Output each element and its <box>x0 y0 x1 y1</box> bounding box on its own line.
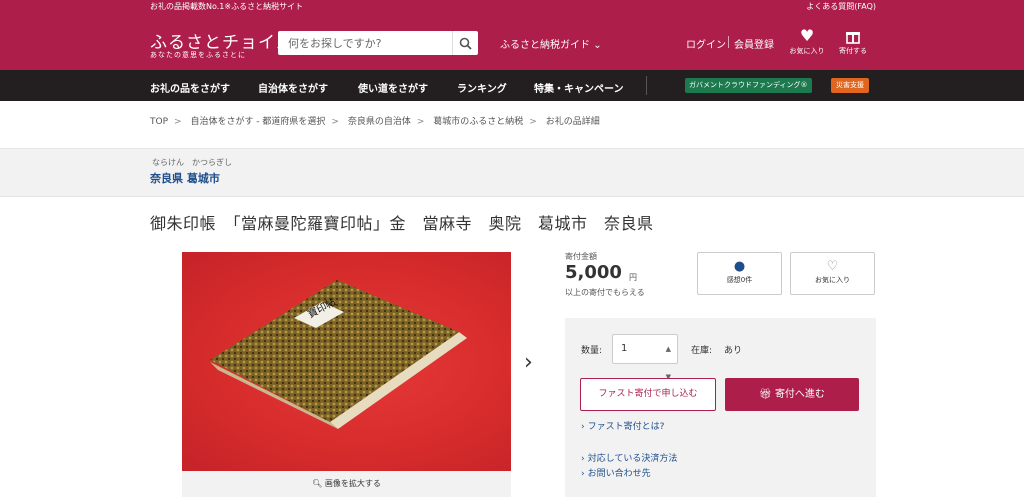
quantity-value: 1 <box>621 343 628 354</box>
amount-unit: 円 <box>629 273 637 282</box>
link-label: お問い合わせ先 <box>587 469 651 479</box>
product-image[interactable]: 寶印帖 <box>182 252 511 471</box>
payment-methods-link[interactable]: › 対応している決済方法 <box>581 451 677 464</box>
login-link[interactable]: ログイン <box>686 36 726 51</box>
favorites-button[interactable]: ♥ お気に入り <box>787 26 827 56</box>
search-box[interactable]: 何をお探しですか? <box>278 31 478 55</box>
contact-link[interactable]: › お問い合わせ先 <box>581 466 651 479</box>
chevron-right-icon: > <box>529 117 537 127</box>
gift-icon <box>833 26 873 46</box>
amount-label: 寄付金額 <box>565 252 597 261</box>
breadcrumb-top[interactable]: TOP <box>150 117 168 127</box>
search-input[interactable]: 何をお探しですか? <box>288 35 382 51</box>
link-label: 対応している決済方法 <box>587 454 678 464</box>
link-label: ファスト寄付とは? <box>587 422 665 432</box>
proceed-donate-button[interactable]: 🎁︎ 寄付へ進む <box>725 378 859 411</box>
donate-header-label: 寄付する <box>839 47 867 55</box>
chevron-down-icon: ⌄ <box>593 40 602 51</box>
heart-icon: ♥ <box>799 26 815 45</box>
logo-subtitle: あなたの意思をふるさとに <box>150 51 246 59</box>
favorite-button[interactable]: ♡ お気に入り <box>790 252 875 295</box>
goshuin-book-image: 寶印帖 <box>210 280 467 429</box>
breadcrumb-nara[interactable]: 奈良県の自治体 <box>348 117 411 127</box>
gov-crowdfunding-badge[interactable]: ガバメントクラウドファンディング® <box>685 78 812 93</box>
breadcrumb-prefecture[interactable]: 自治体をさがす - 都道府県を選択 <box>190 117 325 127</box>
guide-label: ふるさと納税ガイド <box>500 40 590 51</box>
search-button[interactable] <box>452 31 478 55</box>
fast-donate-info-link[interactable]: › ファスト寄付とは? <box>581 419 664 432</box>
quantity-label: 数量: <box>581 346 603 356</box>
main-nav: お礼の品をさがす 自治体をさがす 使い道をさがす ランキング 特集・キャンペーン… <box>0 70 1024 101</box>
next-image-arrow[interactable]: › <box>524 350 533 375</box>
divider <box>728 36 729 48</box>
nav-municipalities[interactable]: 自治体をさがす <box>258 80 328 95</box>
search-icon <box>459 37 472 50</box>
favorites-label: お気に入り <box>789 47 825 55</box>
stock-label: 在庫: <box>691 346 713 356</box>
review-button[interactable]: ● 感想0件 <box>697 252 782 295</box>
proceed-donate-label: 寄付へ進む <box>774 389 825 400</box>
product-title: 御朱印帳 「當麻曼陀羅寶印帖」金 當麻寺 奥院 葛城市 奈良県 <box>150 214 654 233</box>
nav-campaign[interactable]: 特集・キャンペーン <box>534 80 624 95</box>
site-header: ふるさとチョイス あなたの意思をふるさとに 何をお探しですか? ふるさと納税ガイ… <box>0 14 1024 70</box>
quantity-select[interactable]: 1 ▲ ▼ <box>612 334 678 381</box>
top-bar: お礼の品掲載数No.1※ふるさと納税サイト よくある質問(FAQ) <box>0 0 1024 14</box>
disaster-support-badge[interactable]: 災害支援 <box>831 78 869 93</box>
breadcrumb: TOP > 自治体をさがす - 都道府県を選択 > 奈良県の自治体 > 葛城市のふるさ… <box>150 114 606 127</box>
gift-icon: 🎁︎ <box>759 389 772 400</box>
chevron-right-icon: > <box>416 117 425 127</box>
chevron-right-icon: › <box>581 422 585 432</box>
heart-outline-icon: ♡ <box>826 259 839 274</box>
fast-donate-button[interactable]: ファスト寄付で申し込む <box>580 378 716 411</box>
zoom-image-button[interactable]: 🔍︎ 画像を拡大する <box>182 471 511 497</box>
amount-note: 以上の寄付でもらえる <box>565 288 645 297</box>
faq-link[interactable]: よくある質問(FAQ) <box>806 0 876 14</box>
nav-ranking[interactable]: ランキング <box>457 80 507 95</box>
breadcrumb-current: お礼の品詳細 <box>545 117 600 127</box>
favorite-label: お気に入り <box>815 276 850 284</box>
amount-value: 5,000 <box>565 262 622 283</box>
tagline: お礼の品掲載数No.1※ふるさと納税サイト <box>150 2 304 11</box>
review-count: 感想0件 <box>726 276 753 284</box>
register-link[interactable]: 会員登録 <box>734 36 774 51</box>
municipality-name[interactable]: 奈良県 葛城市 <box>150 170 220 186</box>
municipality-ruby: ならけん かつらぎし <box>152 158 232 167</box>
donate-header-button[interactable]: 寄付する <box>833 26 873 56</box>
nav-gifts[interactable]: お礼の品をさがす <box>150 80 230 95</box>
stock-value: あり <box>724 346 743 356</box>
speech-bubble-icon: ● <box>733 259 746 274</box>
nav-usage[interactable]: 使い道をさがす <box>358 80 428 95</box>
guide-menu[interactable]: ふるさと納税ガイド ⌄ <box>500 36 602 51</box>
chevron-right-icon: › <box>581 454 585 464</box>
magnifier-icon: 🔍︎ <box>312 479 323 488</box>
chevron-right-icon: > <box>174 117 182 127</box>
nav-divider <box>646 76 647 95</box>
breadcrumb-katsuragi[interactable]: 葛城市のふるさと納税 <box>433 117 523 127</box>
chevron-right-icon: > <box>331 117 339 127</box>
zoom-label: 画像を拡大する <box>324 479 381 488</box>
chevron-right-icon: › <box>581 469 585 479</box>
